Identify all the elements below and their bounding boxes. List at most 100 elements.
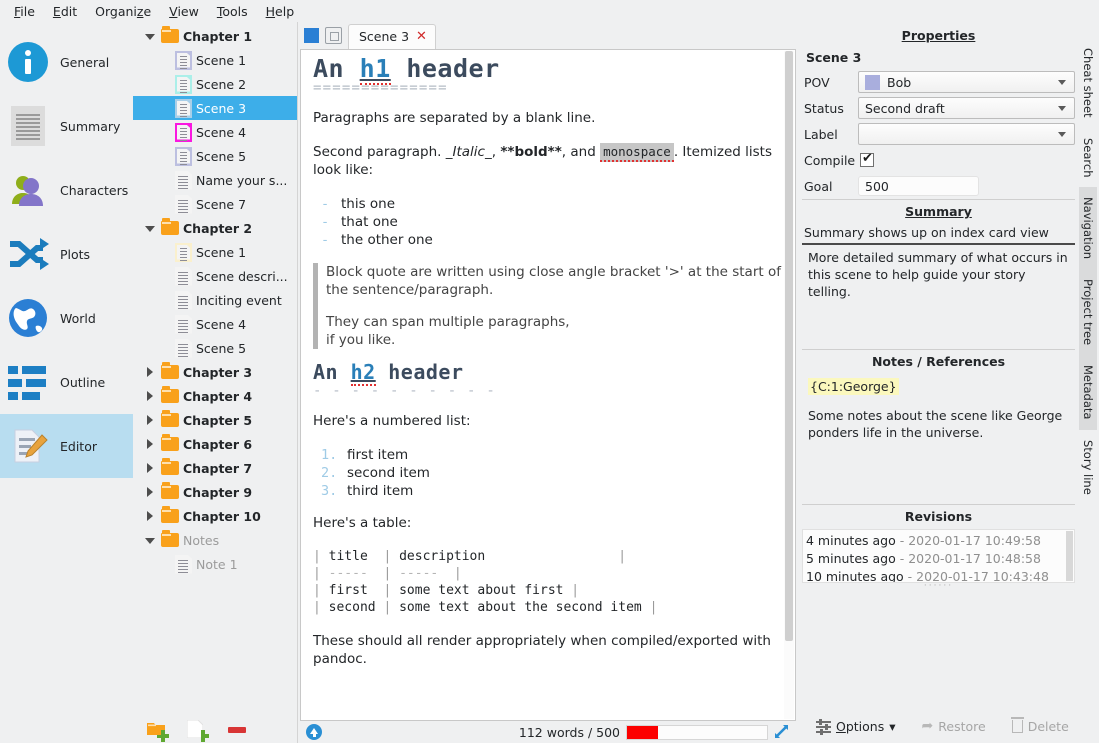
revision-row[interactable]: 5 minutes ago - 2020-01-17 10:48:58: [806, 550, 1072, 568]
project-tree[interactable]: Chapter 1 Scene 1 Scene 2 Scene 3 Scene 4 Sce…: [133, 22, 297, 715]
tree-item-notes[interactable]: Notes: [133, 528, 297, 552]
properties-heading-text: Properties: [901, 28, 976, 43]
label-select[interactable]: [858, 123, 1075, 145]
fullscreen-toggle-icon[interactable]: [325, 27, 342, 44]
tree-item-chapter-3[interactable]: Chapter 3: [133, 360, 297, 384]
menu-file[interactable]: File: [6, 2, 43, 21]
sidebar-item-general[interactable]: General: [0, 30, 133, 94]
heading-h1: An h1 header: [313, 54, 781, 85]
split-view-icon[interactable]: [304, 28, 319, 43]
tree-item-chapter-4[interactable]: Chapter 4: [133, 384, 297, 408]
chevron-right-icon[interactable]: [143, 389, 157, 403]
tree-item-scene-5[interactable]: Scene 5: [133, 144, 297, 168]
right-tab-navigation[interactable]: Navigation: [1079, 187, 1097, 270]
notes-input[interactable]: {C:1:George} Some notes about the scene …: [802, 374, 1075, 504]
editor-scrollbar[interactable]: [784, 51, 794, 719]
compile-checkbox[interactable]: [860, 151, 874, 167]
right-tab-story-line[interactable]: Story line: [1079, 430, 1097, 505]
bullet-item: this one: [321, 195, 781, 213]
add-text-button[interactable]: [187, 719, 209, 742]
restore-label: Restore: [938, 718, 986, 734]
tree-item-name-your-s[interactable]: Name your s...: [133, 168, 297, 192]
revisions-heading-text: Revisions: [904, 509, 973, 524]
tree-item-scene-3[interactable]: Scene 3: [133, 96, 297, 120]
pov-select[interactable]: Bob: [858, 71, 1075, 93]
right-tab-project-tree[interactable]: Project tree: [1079, 269, 1097, 356]
tree-item-chapter-10[interactable]: Chapter 10: [133, 504, 297, 528]
restore-button[interactable]: ➦ Restore: [922, 718, 986, 734]
tree-item-scene-7[interactable]: Scene 7: [133, 192, 297, 216]
summary-oneline-input[interactable]: Summary shows up on index card view: [802, 224, 1075, 245]
options-button[interactable]: Options ▾: [816, 718, 896, 735]
tree-item-scene-5[interactable]: Scene 5: [133, 336, 297, 360]
chevron-down-icon[interactable]: [143, 221, 157, 235]
revisions-scrollbar[interactable]: [1066, 531, 1073, 581]
sidebar-item-world[interactable]: World: [0, 286, 133, 350]
sidebar-item-characters[interactable]: Characters: [0, 158, 133, 222]
right-tab-metadata[interactable]: Metadata: [1079, 355, 1097, 430]
fullscreen-icon[interactable]: [774, 724, 790, 740]
tree-item-label: Chapter 4: [183, 388, 253, 404]
tree-item-note-1[interactable]: Note 1: [133, 552, 297, 576]
tree-item-scene-1[interactable]: Scene 1: [133, 48, 297, 72]
chevron-right-icon[interactable]: [143, 461, 157, 475]
menu-help[interactable]: Help: [258, 2, 303, 21]
chevron-right-icon[interactable]: [143, 509, 157, 523]
splitter-grip[interactable]: ······: [802, 582, 1075, 591]
menu-tools[interactable]: Tools: [209, 2, 256, 21]
chevron-down-icon[interactable]: [143, 29, 157, 43]
summary-full-input[interactable]: More detailed summary of what occurs in …: [802, 245, 1075, 349]
tree-item-inciting-event[interactable]: Inciting event: [133, 288, 297, 312]
tree-item-chapter-1[interactable]: Chapter 1: [133, 24, 297, 48]
right-tab-cheat-sheet[interactable]: Cheat sheet: [1079, 38, 1097, 128]
compile-row: Compile: [802, 147, 1075, 173]
sidebar-item-plots[interactable]: Plots: [0, 222, 133, 286]
scroll-up-icon[interactable]: [306, 724, 322, 740]
delete-button[interactable]: Delete: [1010, 716, 1069, 734]
remove-item-button[interactable]: [227, 719, 249, 739]
chevron-right-icon[interactable]: [143, 365, 157, 379]
paragraph-3: Here's a numbered list:: [313, 413, 471, 429]
pov-value: Bob: [887, 74, 912, 90]
paragraph-4: Here's a table:: [313, 515, 412, 531]
chevron-down-icon[interactable]: [143, 533, 157, 547]
revision-row[interactable]: 10 minutes ago - 2020-01-17 10:43:48: [806, 568, 1072, 582]
sidebar-item-summary[interactable]: Summary: [0, 94, 133, 158]
tree-item-label: Scene 7: [196, 196, 247, 212]
markdown-document[interactable]: An h1 header ============== Paragraphs a…: [301, 50, 795, 720]
menu-edit[interactable]: Edit: [45, 2, 85, 21]
tree-item-chapter-5[interactable]: Chapter 5: [133, 408, 297, 432]
add-folder-button[interactable]: [147, 719, 169, 742]
revision-row[interactable]: 4 minutes ago - 2020-01-17 10:49:58: [806, 532, 1072, 550]
tree-item-scene-descri[interactable]: Scene descri...: [133, 264, 297, 288]
tree-item-scene-4[interactable]: Scene 4: [133, 312, 297, 336]
document-icon: [175, 290, 192, 310]
compile-label: Compile: [804, 152, 856, 168]
status-row: Status Second draft: [802, 95, 1075, 121]
goal-input[interactable]: 500: [858, 176, 979, 196]
sidebar-item-outline[interactable]: Outline: [0, 350, 133, 414]
chevron-right-icon[interactable]: [143, 485, 157, 499]
status-select[interactable]: Second draft: [858, 97, 1075, 119]
menu-organize[interactable]: Organize: [87, 2, 159, 21]
tree-item-chapter-7[interactable]: Chapter 7: [133, 456, 297, 480]
tree-item-chapter-9[interactable]: Chapter 9: [133, 480, 297, 504]
sidebar-item-editor[interactable]: Editor: [0, 414, 133, 478]
sidebar-item-label: General: [60, 54, 110, 70]
right-tab-search[interactable]: Search: [1079, 128, 1097, 188]
tab-scene-3[interactable]: Scene 3 ✕: [348, 24, 436, 49]
chevron-right-icon[interactable]: [143, 437, 157, 451]
close-icon[interactable]: ✕: [416, 29, 427, 44]
tree-item-chapter-2[interactable]: Chapter 2: [133, 216, 297, 240]
editor-text-area[interactable]: An h1 header ============== Paragraphs a…: [300, 49, 796, 721]
p2-bold: **bold**: [500, 144, 562, 160]
tree-item-scene-2[interactable]: Scene 2: [133, 72, 297, 96]
tree-item-chapter-6[interactable]: Chapter 6: [133, 432, 297, 456]
right-tab-label: Metadata: [1081, 365, 1095, 420]
summary-heading: Summary: [802, 199, 1075, 224]
menu-view[interactable]: View: [161, 2, 207, 21]
tree-item-scene-1[interactable]: Scene 1: [133, 240, 297, 264]
tree-item-scene-4[interactable]: Scene 4: [133, 120, 297, 144]
chevron-right-icon[interactable]: [143, 413, 157, 427]
revisions-list[interactable]: 4 minutes ago - 2020-01-17 10:49:58 5 min…: [802, 529, 1075, 583]
